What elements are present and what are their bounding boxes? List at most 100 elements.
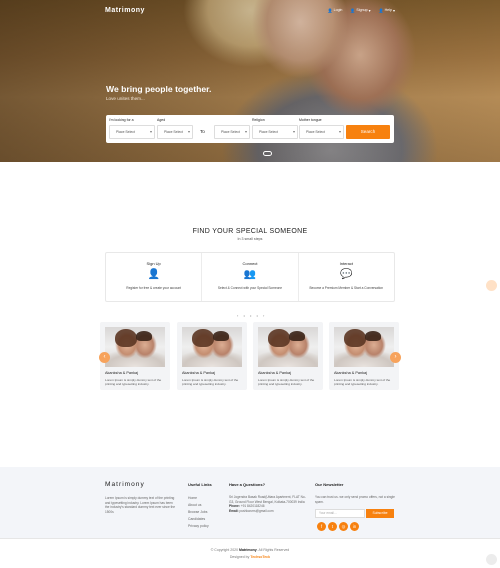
signup-label: Signup: [356, 8, 368, 12]
looking-for-label: I'm looking for a: [109, 118, 134, 122]
stories-carousel: Akanksha & Pankaj Lorem Ipsum is simply …: [100, 322, 400, 390]
hero-subtitle: Love unites them...: [106, 96, 145, 101]
users-icon: 👥: [243, 269, 257, 280]
story-desc: Lorem Ipsum is simply dummy text of the …: [334, 378, 391, 387]
aged-to-select[interactable]: Place Select: [214, 125, 250, 139]
copyright-prefix: © Copyright 2020: [210, 548, 239, 552]
chat-icon: 💬: [340, 269, 353, 280]
step-desc: Select & Connect with your Special Someo…: [217, 286, 283, 290]
religion-select[interactable]: Place Select: [252, 125, 298, 139]
story-names: Akanksha & Pankaj: [105, 371, 138, 375]
footer-link-home[interactable]: Home: [188, 495, 224, 502]
footer-contact-title: Have a Questions?: [229, 482, 266, 487]
footer-email[interactable]: pushkar.ms@gmail.com: [239, 509, 273, 513]
step-desc: Become a Premium Member & Start a Conver…: [309, 286, 384, 290]
story-card[interactable]: Akanksha & Pankaj Lorem Ipsum is simply …: [177, 322, 247, 390]
religion-label: Religion: [252, 118, 265, 122]
carousel-prev-button[interactable]: ‹: [99, 352, 110, 363]
story-names: Akanksha & Pankaj: [182, 371, 215, 375]
chevron-down-icon: ▾: [392, 7, 395, 13]
footer-link-about[interactable]: About us: [188, 502, 224, 509]
facebook-icon[interactable]: f: [317, 522, 326, 531]
footer: Matrimony Lorem Ipsum is simply dummy te…: [0, 467, 500, 538]
step-interact: Interact 💬 Become a Premium Member & Sta…: [299, 253, 394, 301]
instagram-icon[interactable]: ◎: [339, 522, 348, 531]
user-plus-icon: 👤: [350, 7, 356, 13]
mother-tongue-label: Mother tongue: [299, 118, 322, 122]
help-link[interactable]: 👤 Help ▾: [379, 8, 395, 13]
top-nav: Matrimony 👤 Login 👤 Signup ▾ 👤 Help ▾: [105, 4, 395, 16]
footer-links-title: Useful Links: [188, 482, 212, 487]
subscribe-button[interactable]: Subscribe: [366, 509, 394, 518]
copyright-brand: Matrimony: [239, 548, 257, 552]
carousel-pagination[interactable]: ‹ • • • ›: [237, 313, 266, 318]
site-logo[interactable]: Matrimony: [105, 7, 145, 14]
footer-divider: [0, 538, 500, 539]
footer-link-jobs[interactable]: Browse Jobs: [188, 509, 224, 516]
carousel-next-button[interactable]: ›: [390, 352, 401, 363]
footer-about-text: Lorem Ipsum is simply dummy text of the …: [105, 496, 176, 514]
help-label: Help: [384, 8, 392, 12]
couple-photo: [105, 327, 165, 367]
couple-photo: [258, 327, 318, 367]
steps-subtitle: In 3 small steps: [237, 237, 263, 241]
aged-from-select[interactable]: Place Select: [157, 125, 193, 139]
step-connect: Connect 👥 Select & Connect with your Spe…: [202, 253, 299, 301]
story-names: Akanksha & Pankaj: [334, 371, 367, 375]
login-link[interactable]: 👤 Login: [328, 8, 343, 13]
linkedin-icon[interactable]: in: [350, 522, 359, 531]
couple-photo: [334, 327, 394, 367]
floating-action-button[interactable]: [486, 280, 497, 291]
newsletter-text: You can trust us. we only send promo off…: [315, 495, 395, 504]
help-icon: 👤: [378, 7, 384, 13]
steps-panel: Sign Up 👤 Register for free & create you…: [105, 252, 395, 302]
mother-tongue-select[interactable]: Place Select: [299, 125, 344, 139]
story-desc: Lorem Ipsum is simply dummy text of the …: [182, 378, 239, 387]
story-desc: Lorem Ipsum is simply dummy text of the …: [258, 378, 315, 387]
story-card[interactable]: Akanksha & Pankaj Lorem Ipsum is simply …: [329, 322, 399, 390]
step-desc: Register for free & create your account: [126, 286, 182, 290]
step-title: Sign Up: [146, 261, 161, 266]
newsletter-email-input[interactable]: Your email...: [315, 509, 365, 518]
search-button[interactable]: Search: [346, 125, 390, 139]
twitter-icon[interactable]: t: [328, 522, 337, 531]
steps-title: FIND YOUR SPECIAL SOMEONE: [192, 228, 308, 235]
footer-address: Sri Jogendra Basak Road(Uttara Apartment…: [229, 495, 306, 504]
designer-link[interactable]: TechsoTeck: [250, 555, 270, 559]
step-signup: Sign Up 👤 Register for free & create you…: [106, 253, 203, 301]
user-icon: 👤: [327, 7, 333, 13]
newsletter-title: Our Newsletter: [315, 482, 344, 487]
footer-link-candidates[interactable]: Candidates: [188, 516, 224, 523]
phone-label: Phone:: [229, 504, 240, 509]
hero-banner: Matrimony 👤 Login 👤 Signup ▾ 👤 Help ▾ We brin…: [0, 0, 500, 162]
step-title: Interact: [339, 261, 353, 266]
login-label: Login: [333, 8, 343, 12]
user-add-icon: 👤: [147, 269, 160, 280]
search-bar: I'm looking for a Place Select Aged Plac…: [106, 115, 394, 143]
copyright-line: © Copyright 2020 Matrimony. All Rights R…: [0, 548, 500, 552]
story-desc: Lorem Ipsum is simply dummy text of the …: [105, 378, 162, 387]
to-label: To: [200, 129, 205, 134]
email-label: Email:: [229, 508, 239, 513]
footer-link-privacy[interactable]: Privacy policy: [188, 523, 224, 530]
looking-for-select[interactable]: Place Select: [109, 125, 155, 139]
footer-phone[interactable]: +91 8420118246: [241, 504, 265, 508]
signup-link[interactable]: 👤 Signup ▾: [350, 8, 370, 13]
scroll-top-button[interactable]: [486, 554, 497, 565]
footer-contact: Have a Questions? Sri Jogendra Basak Roa…: [229, 482, 309, 513]
story-card[interactable]: Akanksha & Pankaj Lorem Ipsum is simply …: [100, 322, 170, 390]
footer-links: Useful Links Home About us Browse Jobs C…: [188, 482, 224, 530]
step-title: Connect: [242, 261, 258, 266]
story-names: Akanksha & Pankaj: [258, 371, 291, 375]
designer-line: Designed by TechsoTeck: [0, 555, 500, 559]
aged-label: Aged: [157, 118, 166, 122]
footer-logo[interactable]: Matrimony: [105, 481, 177, 488]
couple-photo: [182, 327, 242, 367]
footer-newsletter: Our Newsletter You can trust us. we only…: [315, 482, 397, 534]
scroll-indicator-icon[interactable]: [263, 151, 272, 156]
hero-title: We bring people together.: [106, 84, 212, 94]
story-card[interactable]: Akanksha & Pankaj Lorem Ipsum is simply …: [253, 322, 323, 390]
designed-by-label: Designed by: [229, 555, 250, 559]
copyright-rights: . All Rights Reserved: [256, 548, 290, 552]
chevron-down-icon: ▾: [368, 7, 371, 13]
